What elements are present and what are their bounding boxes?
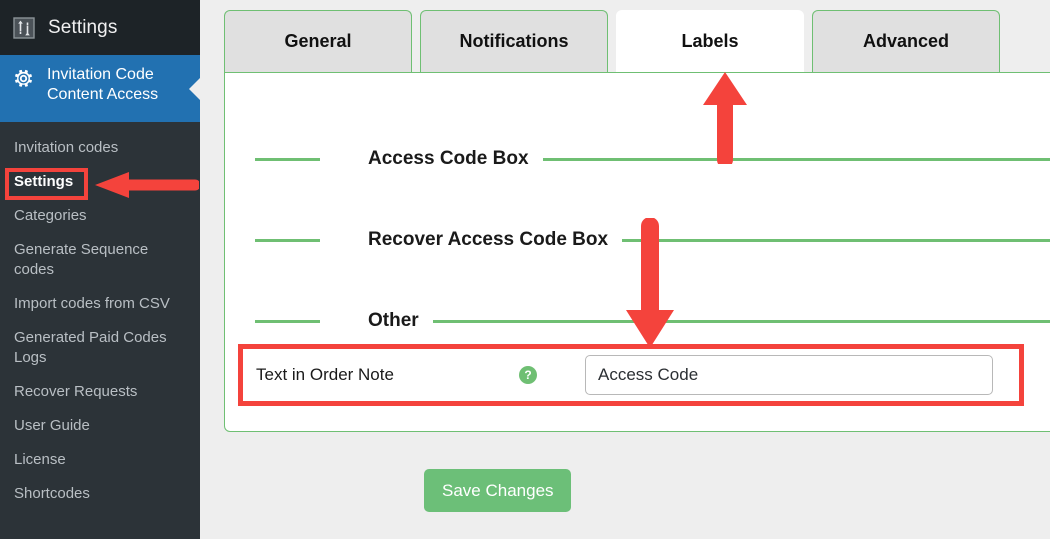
section-recover-access-code-box: Recover Access Code Box: [225, 229, 1050, 250]
sidebar-item-generated-paid-codes-logs[interactable]: Generated Paid Codes Logs: [0, 321, 200, 375]
field-label: Text in Order Note: [256, 365, 394, 384]
help-icon[interactable]: ?: [519, 366, 537, 384]
tab-label: Notifications: [459, 31, 569, 51]
tab-general[interactable]: General: [224, 10, 412, 72]
sidebar-item-label: Import codes from CSV: [14, 295, 170, 312]
gear-icon: [13, 68, 34, 89]
field-row-text-in-order-note: Text in Order Note ?: [239, 346, 1025, 404]
legend-rule-right: [622, 238, 1050, 242]
tab-label: Labels: [681, 30, 739, 51]
sidebar-item-label: Recover Requests: [14, 383, 138, 400]
legend-rule-right: [542, 157, 1050, 161]
sidebar-item-shortcodes[interactable]: Shortcodes: [0, 477, 200, 511]
settings-content-area: General Notifications Labels Advanced Ac…: [200, 0, 1050, 530]
sidebar-current-plugin-label: Invitation Code Content Access: [47, 66, 159, 103]
admin-sidebar: Settings Invitation Code Content Access …: [0, 0, 201, 539]
sidebar-item-settings[interactable]: Settings: [0, 165, 200, 199]
sidebar-item-invitation-code-content-access[interactable]: Invitation Code Content Access: [0, 55, 201, 122]
section-title: Other: [368, 310, 419, 331]
labels-settings-panel: Access Code Box Recover Access Code Box …: [224, 72, 1050, 432]
section-title: Access Code Box: [368, 148, 529, 169]
save-changes-button[interactable]: Save Changes: [424, 469, 571, 512]
sidebar-item-generate-sequence-codes[interactable]: Generate Sequence codes: [0, 233, 200, 287]
sidebar-item-label: Generate Sequence codes: [14, 241, 149, 278]
sidebar-item-license[interactable]: License: [0, 443, 200, 477]
section-other: Other: [225, 310, 1050, 331]
tab-label: Advanced: [862, 31, 950, 51]
sidebar-item-label: License: [14, 451, 66, 468]
sidebar-submenu: Invitation codes Settings Categories Gen…: [0, 122, 200, 539]
section-access-code-box: Access Code Box: [225, 148, 1050, 169]
sidebar-item-invitation-codes[interactable]: Invitation codes: [0, 131, 200, 165]
text-in-order-note-input[interactable]: [585, 355, 993, 395]
sidebar-item-recover-requests[interactable]: Recover Requests: [0, 375, 200, 409]
section-title: Recover Access Code Box: [368, 229, 609, 250]
sidebar-item-user-guide[interactable]: User Guide: [0, 409, 200, 443]
settings-tabs: General Notifications Labels Advanced: [224, 10, 1000, 72]
tab-advanced[interactable]: Advanced: [812, 10, 1000, 72]
tab-notifications[interactable]: Notifications: [420, 10, 608, 72]
sidebar-item-label: Settings: [14, 173, 74, 190]
settings-sliders-icon: [13, 16, 35, 39]
sidebar-item-label: Generated Paid Codes Logs: [14, 329, 167, 366]
sidebar-item-categories[interactable]: Categories: [0, 199, 200, 233]
sidebar-item-import-codes-from-csv[interactable]: Import codes from CSV: [0, 287, 200, 321]
tab-label: General: [284, 31, 352, 51]
sidebar-item-label: Shortcodes: [14, 485, 90, 502]
legend-rule-left: [255, 238, 320, 242]
tab-labels[interactable]: Labels: [616, 10, 804, 72]
sidebar-header-title: Settings: [48, 16, 118, 38]
legend-rule-left: [255, 157, 320, 161]
legend-rule-left: [255, 319, 320, 323]
legend-rule-right: [432, 319, 1050, 323]
sidebar-item-label: Invitation codes: [14, 139, 119, 156]
sidebar-item-label: User Guide: [14, 417, 90, 434]
sidebar-header: Settings: [0, 0, 200, 55]
sidebar-item-label: Categories: [14, 207, 87, 224]
